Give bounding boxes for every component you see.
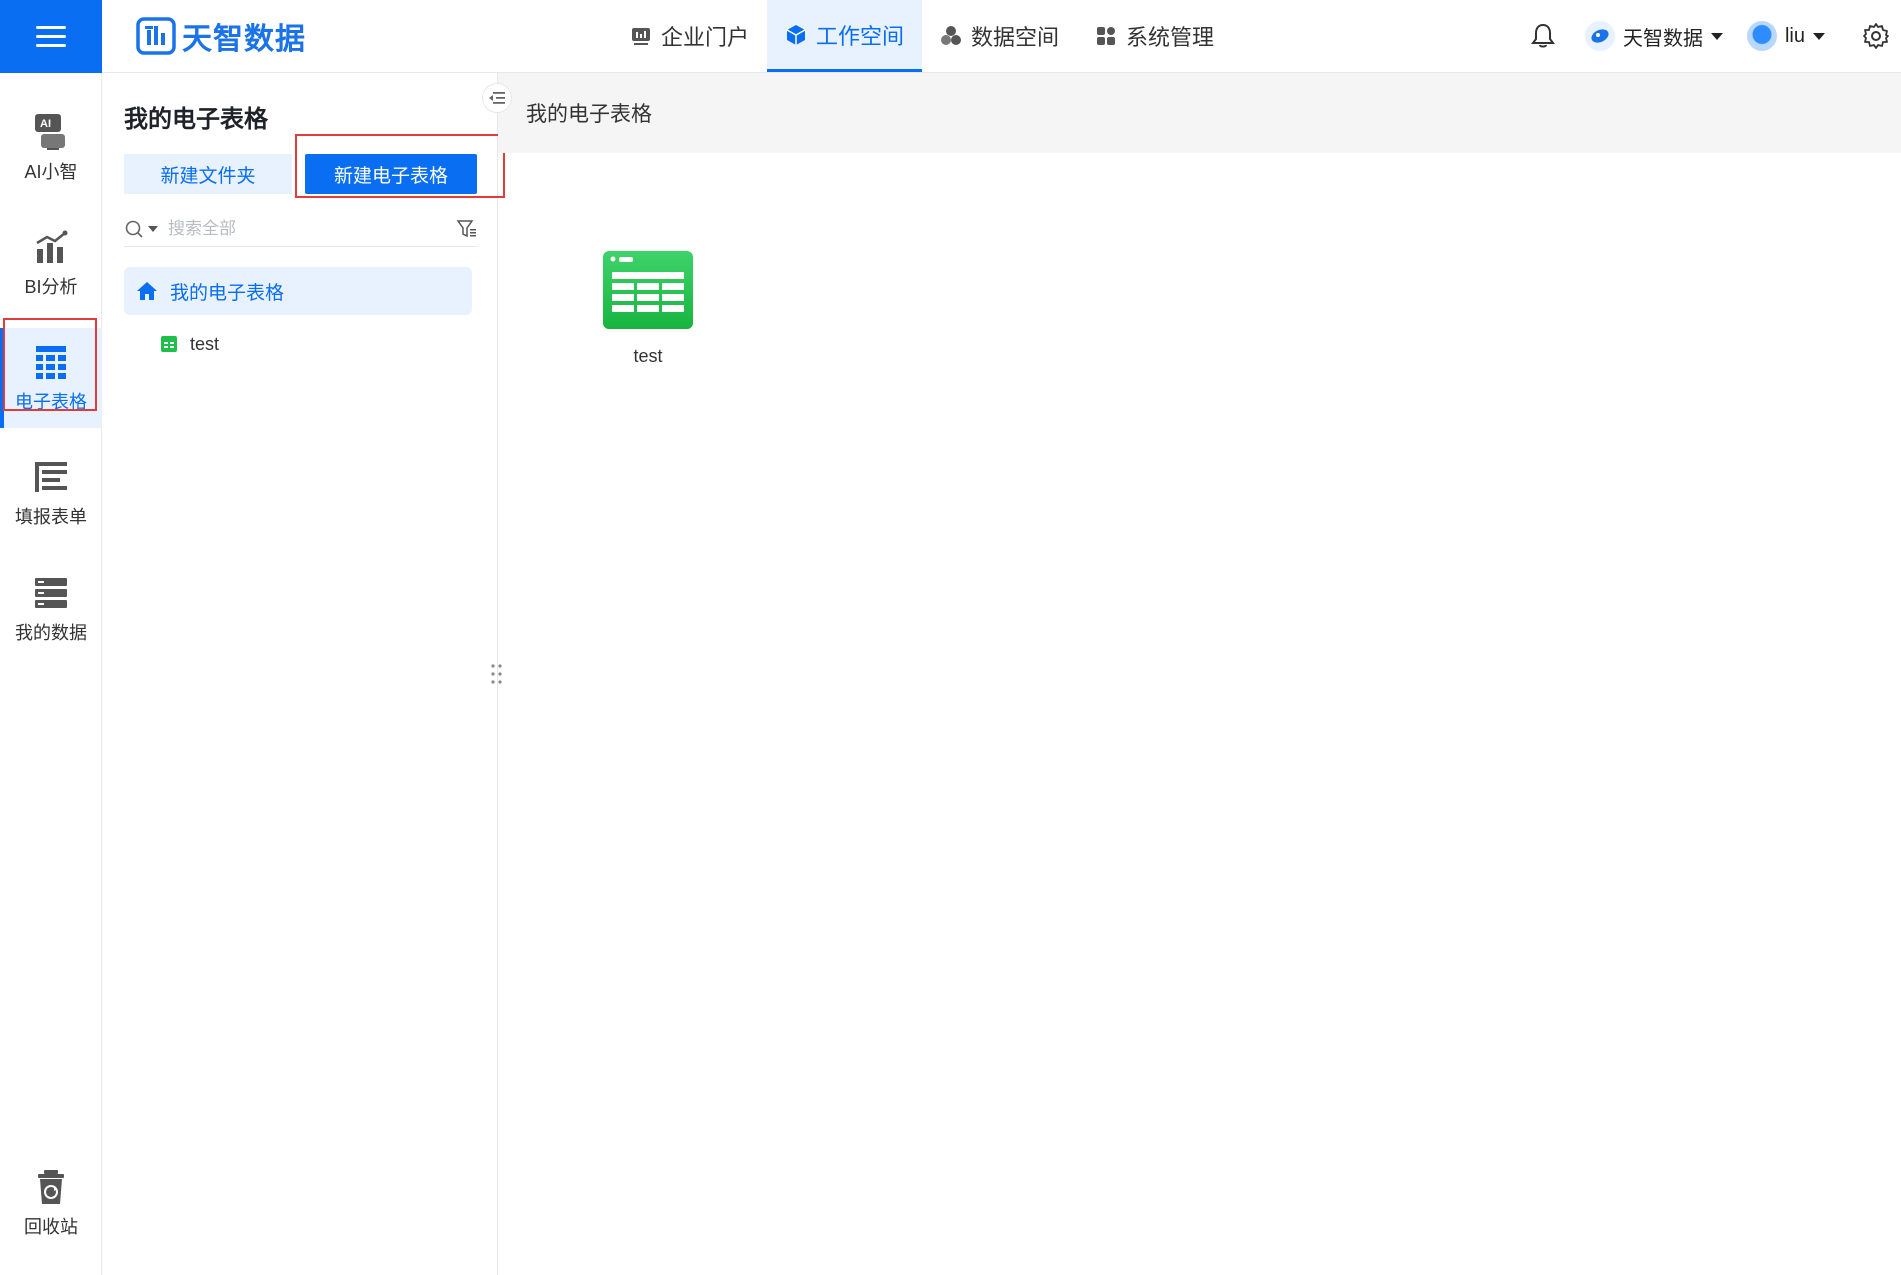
recycle-bin-icon bbox=[38, 1170, 64, 1204]
nav-workspace[interactable]: 工作空间 bbox=[767, 0, 923, 72]
tree-root-my-spreadsheets[interactable]: 我的电子表格 bbox=[124, 267, 472, 315]
rail-item-label: BI分析 bbox=[24, 277, 78, 297]
highlight-box-new-spreadsheet bbox=[295, 134, 505, 198]
tree-item-test[interactable]: test bbox=[160, 327, 219, 361]
new-folder-button[interactable]: 新建文件夹 bbox=[124, 154, 292, 194]
org-logo-icon bbox=[1584, 21, 1615, 51]
brand-logo[interactable]: 天智数据 bbox=[136, 16, 306, 56]
spreadsheet-file-icon bbox=[161, 336, 177, 352]
data-space-icon bbox=[941, 26, 962, 45]
bi-chart-icon bbox=[36, 230, 68, 263]
filter-icon[interactable] bbox=[456, 218, 478, 240]
tree-item-label: test bbox=[190, 333, 220, 354]
brand-name: 天智数据 bbox=[182, 23, 306, 56]
panel-title: 我的电子表格 bbox=[124, 106, 268, 133]
user-name: liu bbox=[1784, 24, 1805, 47]
grid-icon bbox=[1097, 27, 1116, 45]
sheet-tree-panel: 我的电子表格 新建文件夹 新建电子表格 我的电子表格 test bbox=[102, 73, 512, 1275]
notification-bell-icon[interactable] bbox=[1529, 22, 1557, 50]
rail-item-label: 填报表单 bbox=[15, 507, 87, 527]
rail-item-label: AI小智 bbox=[24, 162, 78, 182]
nav-label: 企业门户 bbox=[661, 25, 750, 50]
file-tile-test[interactable]: test bbox=[602, 250, 694, 367]
org-name: 天智数据 bbox=[1622, 27, 1703, 50]
breadcrumb-current: 我的电子表格 bbox=[526, 103, 652, 126]
tree-search bbox=[124, 211, 478, 247]
cube-icon bbox=[786, 24, 806, 45]
nav-system-admin[interactable]: 系统管理 bbox=[1077, 0, 1232, 72]
resize-handle-icon[interactable] bbox=[489, 663, 505, 685]
nav-label: 工作空间 bbox=[816, 23, 905, 49]
search-input[interactable] bbox=[168, 218, 438, 239]
database-icon bbox=[35, 578, 67, 608]
collapse-panel-button[interactable] bbox=[482, 83, 512, 113]
highlight-box-spreadsheet bbox=[3, 318, 97, 411]
chevron-down-icon bbox=[1813, 32, 1825, 40]
hamburger-icon bbox=[36, 25, 66, 48]
rail-item-my-data[interactable]: 我的数据 bbox=[0, 559, 102, 659]
avatar bbox=[1746, 21, 1777, 51]
nav-enterprise-portal[interactable]: 企业门户 bbox=[612, 0, 767, 72]
home-icon bbox=[137, 282, 157, 300]
left-rail: AI AI小智 BI分析 电子表格 填报表单 我的数据 回收站 bbox=[0, 73, 102, 1275]
tree-root-label: 我的电子表格 bbox=[170, 282, 285, 304]
portal-icon bbox=[632, 28, 650, 45]
nav-label: 数据空间 bbox=[971, 25, 1060, 50]
collapse-icon bbox=[489, 92, 505, 104]
spreadsheet-file-icon bbox=[603, 251, 693, 329]
ai-assistant-icon: AI bbox=[35, 114, 65, 150]
nav-data-space[interactable]: 数据空间 bbox=[922, 0, 1077, 72]
rail-item-label: 回收站 bbox=[24, 1217, 78, 1237]
rail-item-fill-form[interactable]: 填报表单 bbox=[0, 443, 102, 543]
rail-item-bi-analysis[interactable]: BI分析 bbox=[0, 213, 102, 313]
rail-item-recycle-bin[interactable]: 回收站 bbox=[0, 1153, 102, 1253]
rail-item-label: 我的数据 bbox=[15, 623, 87, 643]
gear-icon[interactable] bbox=[1861, 21, 1891, 51]
nav-label: 系统管理 bbox=[1126, 25, 1215, 50]
user-menu[interactable]: liu bbox=[1746, 21, 1825, 51]
org-switcher[interactable]: 天智数据 bbox=[1584, 21, 1723, 51]
header-tools: 天智数据 liu bbox=[1529, 0, 1901, 72]
rail-item-ai-assistant[interactable]: AI AI小智 bbox=[0, 98, 102, 198]
svg-text:AI: AI bbox=[40, 118, 51, 130]
top-nav: 企业门户 工作空间 数据空间 系统管理 bbox=[612, 0, 1232, 72]
chevron-down-icon bbox=[1710, 32, 1723, 40]
search-icon[interactable] bbox=[124, 219, 144, 239]
file-name: test bbox=[633, 346, 663, 366]
search-scope-dropdown-icon[interactable] bbox=[148, 225, 158, 232]
breadcrumb: 我的电子表格 bbox=[498, 73, 1901, 153]
form-icon bbox=[35, 462, 67, 492]
brand-logo-icon bbox=[136, 17, 176, 55]
top-bar: 天智数据 企业门户 工作空间 数据空间 系统管理 天智数据 liu bbox=[0, 0, 1901, 73]
main-menu-button[interactable] bbox=[0, 0, 102, 73]
